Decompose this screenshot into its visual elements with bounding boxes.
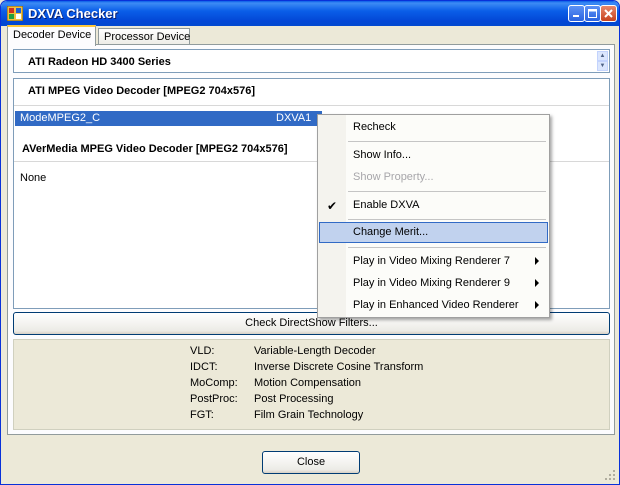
legend-box: VLD: Variable-Length Decoder IDCT: Inver…	[13, 339, 610, 430]
menu-separator	[348, 219, 546, 220]
menu-item-label: Recheck	[353, 121, 396, 133]
decoder-mode-row[interactable]: ModeMPEG2_C DXVA1	[15, 111, 322, 126]
legend-row: IDCT: Inverse Discrete Cosine Transform	[14, 361, 609, 377]
title-bar[interactable]: DXVA Checker	[1, 1, 619, 26]
close-window-button[interactable]	[600, 5, 617, 22]
submenu-arrow-icon	[535, 257, 539, 265]
menu-item-label: Change Merit...	[353, 226, 429, 238]
legend-value: Inverse Discrete Cosine Transform	[254, 361, 424, 373]
tab-decoder-device[interactable]: Decoder Device	[7, 25, 96, 46]
menu-item-play-vmr9[interactable]: Play in Video Mixing Renderer 9	[319, 273, 548, 294]
legend-key: PostProc:	[190, 393, 238, 405]
legend-value: Variable-Length Decoder	[254, 345, 376, 357]
menu-item-show-property[interactable]: Show Property...	[319, 167, 548, 188]
decoder-mode: ModeMPEG2_C	[20, 112, 101, 124]
decoder-header: ATI MPEG Video Decoder [MPEG2 704x576]	[28, 85, 256, 97]
menu-item-enable-dxva[interactable]: ✔ Enable DXVA	[319, 195, 548, 216]
menu-item-label: Play in Video Mixing Renderer 7	[353, 255, 510, 267]
context-menu: Recheck Show Info... Show Property... ✔ …	[317, 114, 550, 318]
app-icon	[7, 6, 23, 21]
decoder-type: DXVA1	[276, 112, 312, 124]
legend-row: PostProc: Post Processing	[14, 393, 609, 409]
menu-separator	[348, 191, 546, 192]
device-spinner[interactable]: ▲ ▼	[597, 51, 608, 71]
minimize-icon	[573, 15, 579, 17]
maximize-button[interactable]	[584, 5, 601, 22]
resize-grip-icon[interactable]	[604, 469, 616, 481]
decoder-header: AVerMedia MPEG Video Decoder [MPEG2 704x…	[22, 143, 288, 155]
legend-key: MoComp:	[190, 377, 238, 389]
menu-item-play-vmr7[interactable]: Play in Video Mixing Renderer 7	[319, 251, 548, 272]
close-button[interactable]: Close	[262, 451, 360, 474]
decoder-mode: None	[20, 172, 47, 184]
menu-item-change-merit[interactable]: Change Merit...	[319, 222, 548, 243]
menu-item-recheck[interactable]: Recheck	[319, 117, 548, 138]
tab-processor-device[interactable]: Processor Device	[98, 28, 190, 45]
close-icon	[604, 9, 613, 18]
legend-value: Film Grain Technology	[254, 409, 364, 421]
maximize-icon	[588, 9, 597, 18]
window-title: DXVA Checker	[28, 6, 118, 21]
submenu-arrow-icon	[535, 279, 539, 287]
menu-item-label: Enable DXVA	[353, 199, 420, 211]
menu-separator	[348, 141, 546, 142]
legend-row: FGT: Film Grain Technology	[14, 409, 609, 425]
legend-key: VLD:	[190, 345, 215, 357]
menu-item-label: Show Info...	[353, 149, 412, 161]
legend-key: FGT:	[190, 409, 214, 421]
legend-row: VLD: Variable-Length Decoder	[14, 345, 609, 361]
checkmark-icon: ✔	[327, 199, 338, 213]
minimize-button[interactable]	[568, 5, 585, 22]
menu-item-play-evr[interactable]: Play in Enhanced Video Renderer	[319, 295, 548, 316]
menu-item-label: Play in Video Mixing Renderer 9	[353, 277, 510, 289]
legend-value: Motion Compensation	[254, 377, 362, 389]
menu-item-show-info[interactable]: Show Info...	[319, 145, 548, 166]
menu-item-label: Play in Enhanced Video Renderer	[353, 299, 519, 311]
submenu-arrow-icon	[535, 301, 539, 309]
device-name: ATI Radeon HD 3400 Series	[28, 56, 171, 68]
spin-up-icon[interactable]: ▲	[597, 51, 608, 61]
spin-down-icon[interactable]: ▼	[597, 61, 608, 71]
divider	[14, 105, 609, 106]
legend-value: Post Processing	[254, 393, 334, 405]
legend-row: MoComp: Motion Compensation	[14, 377, 609, 393]
menu-separator	[348, 247, 546, 248]
legend-key: IDCT:	[190, 361, 218, 373]
device-selector[interactable]: ATI Radeon HD 3400 Series ▲ ▼	[13, 49, 610, 73]
menu-item-label: Show Property...	[353, 171, 434, 183]
